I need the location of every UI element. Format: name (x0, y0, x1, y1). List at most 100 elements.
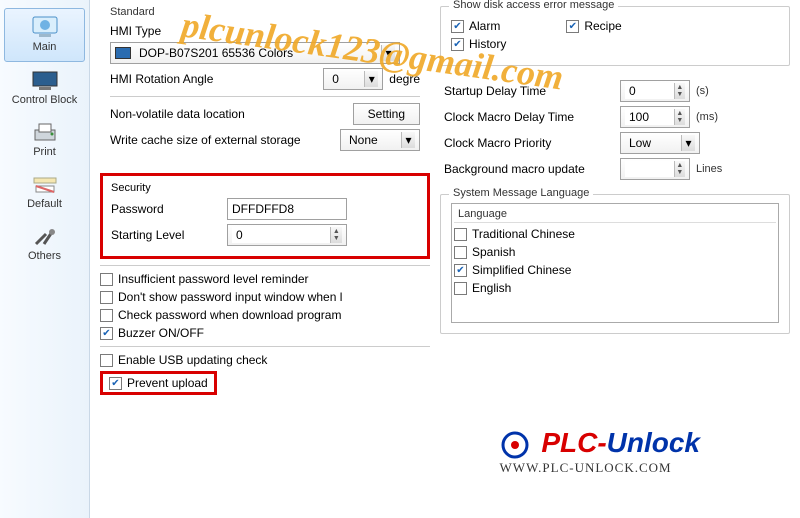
group-standard: Standard HMI Type DOP-B07S201 65536 Colo… (100, 6, 430, 165)
group-language: System Message Language Language Traditi… (440, 194, 790, 334)
sidebar-item-default[interactable]: Default (4, 168, 85, 218)
chevron-down-icon: ▾ (681, 135, 695, 151)
checkbox-icon (451, 38, 464, 51)
combo-cache[interactable]: None ▾ (340, 129, 420, 151)
label-cache: Write cache size of external storage (110, 133, 334, 147)
sidebar-item-others[interactable]: Others (4, 220, 85, 270)
chevron-down-icon: ▾ (364, 71, 378, 87)
sidebar-label-main: Main (33, 41, 57, 53)
language-listbox[interactable]: Language Traditional Chinese Spanish Sim… (451, 203, 779, 323)
label-insufficient: Insufficient password level reminder (118, 272, 309, 286)
bg-macro-value[interactable] (625, 161, 674, 177)
lang-item[interactable]: Simplified Chinese (454, 263, 776, 277)
checkbox-icon (109, 377, 122, 390)
chevron-down-icon: ▾ (381, 45, 395, 61)
cache-value: None (345, 133, 378, 147)
unit-s: (s) (696, 85, 724, 97)
combo-hmi-type[interactable]: DOP-B07S201 65536 Colors ▾ (110, 42, 400, 64)
label-clock-priority: Clock Macro Priority (444, 136, 614, 150)
label-rotation: HMI Rotation Angle (110, 72, 317, 86)
bg-macro-spinner[interactable]: ▲▼ (620, 158, 690, 180)
spin-arrows-icon[interactable]: ▲▼ (674, 109, 685, 125)
clock-priority-value: Low (625, 136, 651, 150)
checkbox-icon (100, 309, 113, 322)
pencil-ruler-icon (32, 174, 58, 196)
startup-delay-value[interactable] (625, 83, 674, 99)
checkbox-icon (100, 354, 113, 367)
tools-icon (32, 226, 58, 248)
label-hmi-type: HMI Type (110, 24, 161, 38)
printer-icon (32, 122, 58, 144)
checkbox-icon (566, 20, 579, 33)
lang-item[interactable]: English (454, 281, 776, 295)
sidebar-label-others: Others (28, 250, 61, 262)
checkbox-icon (454, 282, 467, 295)
chk-history[interactable]: History (451, 37, 506, 51)
checkbox-icon (100, 273, 113, 286)
clock-delay-spinner[interactable]: ▲▼ (620, 106, 690, 128)
label-nv-location: Non-volatile data location (110, 107, 347, 121)
label-bg-macro: Background macro update (444, 162, 614, 176)
label-alarm: Alarm (469, 19, 500, 33)
legend-disk-error: Show disk access error message (449, 0, 618, 11)
label-dont-show: Don't show password input window when l (118, 290, 342, 304)
sidebar-label-default: Default (27, 198, 62, 210)
setting-button[interactable]: Setting (353, 103, 420, 125)
checkbox-icon (454, 246, 467, 259)
lang-label: Traditional Chinese (472, 227, 575, 241)
start-level-value[interactable] (232, 227, 330, 243)
chk-enable-usb[interactable]: Enable USB updating check (100, 353, 430, 367)
chk-recipe[interactable]: Recipe (566, 19, 621, 33)
monitor-icon (31, 70, 59, 92)
hmi-type-value: DOP-B07S201 65536 Colors (135, 46, 377, 60)
legend-security: Security (111, 182, 419, 194)
sidebar-label-print: Print (33, 146, 56, 158)
separator (100, 265, 430, 266)
chk-prevent-upload[interactable]: Prevent upload (109, 376, 208, 390)
spin-arrows-icon[interactable]: ▲▼ (330, 227, 342, 243)
label-start-level: Starting Level (111, 228, 221, 242)
startup-delay-spinner[interactable]: ▲▼ (620, 80, 690, 102)
sidebar: Main Control Block Print Default Others (0, 0, 90, 518)
start-level-spinner[interactable]: ▲▼ (227, 224, 347, 246)
lang-label: Spanish (472, 245, 515, 259)
group-security-highlight: Security Password Starting Level ▲▼ (100, 173, 430, 259)
label-history: History (469, 37, 506, 51)
label-check-pw: Check password when download program (118, 308, 341, 322)
chk-prevent-upload-highlight: Prevent upload (100, 371, 217, 395)
sidebar-item-control-block[interactable]: Control Block (4, 64, 85, 114)
chk-alarm[interactable]: Alarm (451, 19, 506, 33)
separator (100, 346, 430, 347)
label-password: Password (111, 202, 221, 216)
sidebar-item-main[interactable]: Main (4, 8, 85, 62)
checkbox-icon (454, 228, 467, 241)
sidebar-item-print[interactable]: Print (4, 116, 85, 166)
chk-dont-show[interactable]: Don't show password input window when l (100, 290, 430, 304)
unit-ms: (ms) (696, 111, 724, 123)
checkbox-icon (100, 291, 113, 304)
chk-check-pw[interactable]: Check password when download program (100, 308, 430, 322)
password-input[interactable] (227, 198, 347, 220)
lang-item[interactable]: Traditional Chinese (454, 227, 776, 241)
rotation-unit: degre (389, 72, 420, 86)
checkbox-icon (454, 264, 467, 277)
label-startup-delay: Startup Delay Time (444, 84, 614, 98)
clock-delay-value[interactable] (625, 109, 674, 125)
rotation-value: 0 (328, 72, 339, 86)
language-list-header: Language (454, 206, 776, 223)
lang-item[interactable]: Spanish (454, 245, 776, 259)
combo-clock-priority[interactable]: Low ▾ (620, 132, 700, 154)
chk-insufficient[interactable]: Insufficient password level reminder (100, 272, 430, 286)
unit-lines: Lines (696, 163, 736, 175)
label-recipe: Recipe (584, 19, 621, 33)
spin-arrows-icon[interactable]: ▲▼ (674, 161, 685, 177)
combo-rotation[interactable]: 0 ▾ (323, 68, 383, 90)
chk-buzzer[interactable]: Buzzer ON/OFF (100, 326, 430, 340)
label-prevent-upload: Prevent upload (127, 376, 208, 390)
spin-arrows-icon[interactable]: ▲▼ (674, 83, 685, 99)
lang-label: Simplified Chinese (472, 263, 571, 277)
legend-standard: Standard (110, 6, 420, 18)
group-disk-error: Show disk access error message Alarm His… (440, 6, 790, 66)
separator (110, 96, 420, 97)
label-enable-usb: Enable USB updating check (118, 353, 267, 367)
